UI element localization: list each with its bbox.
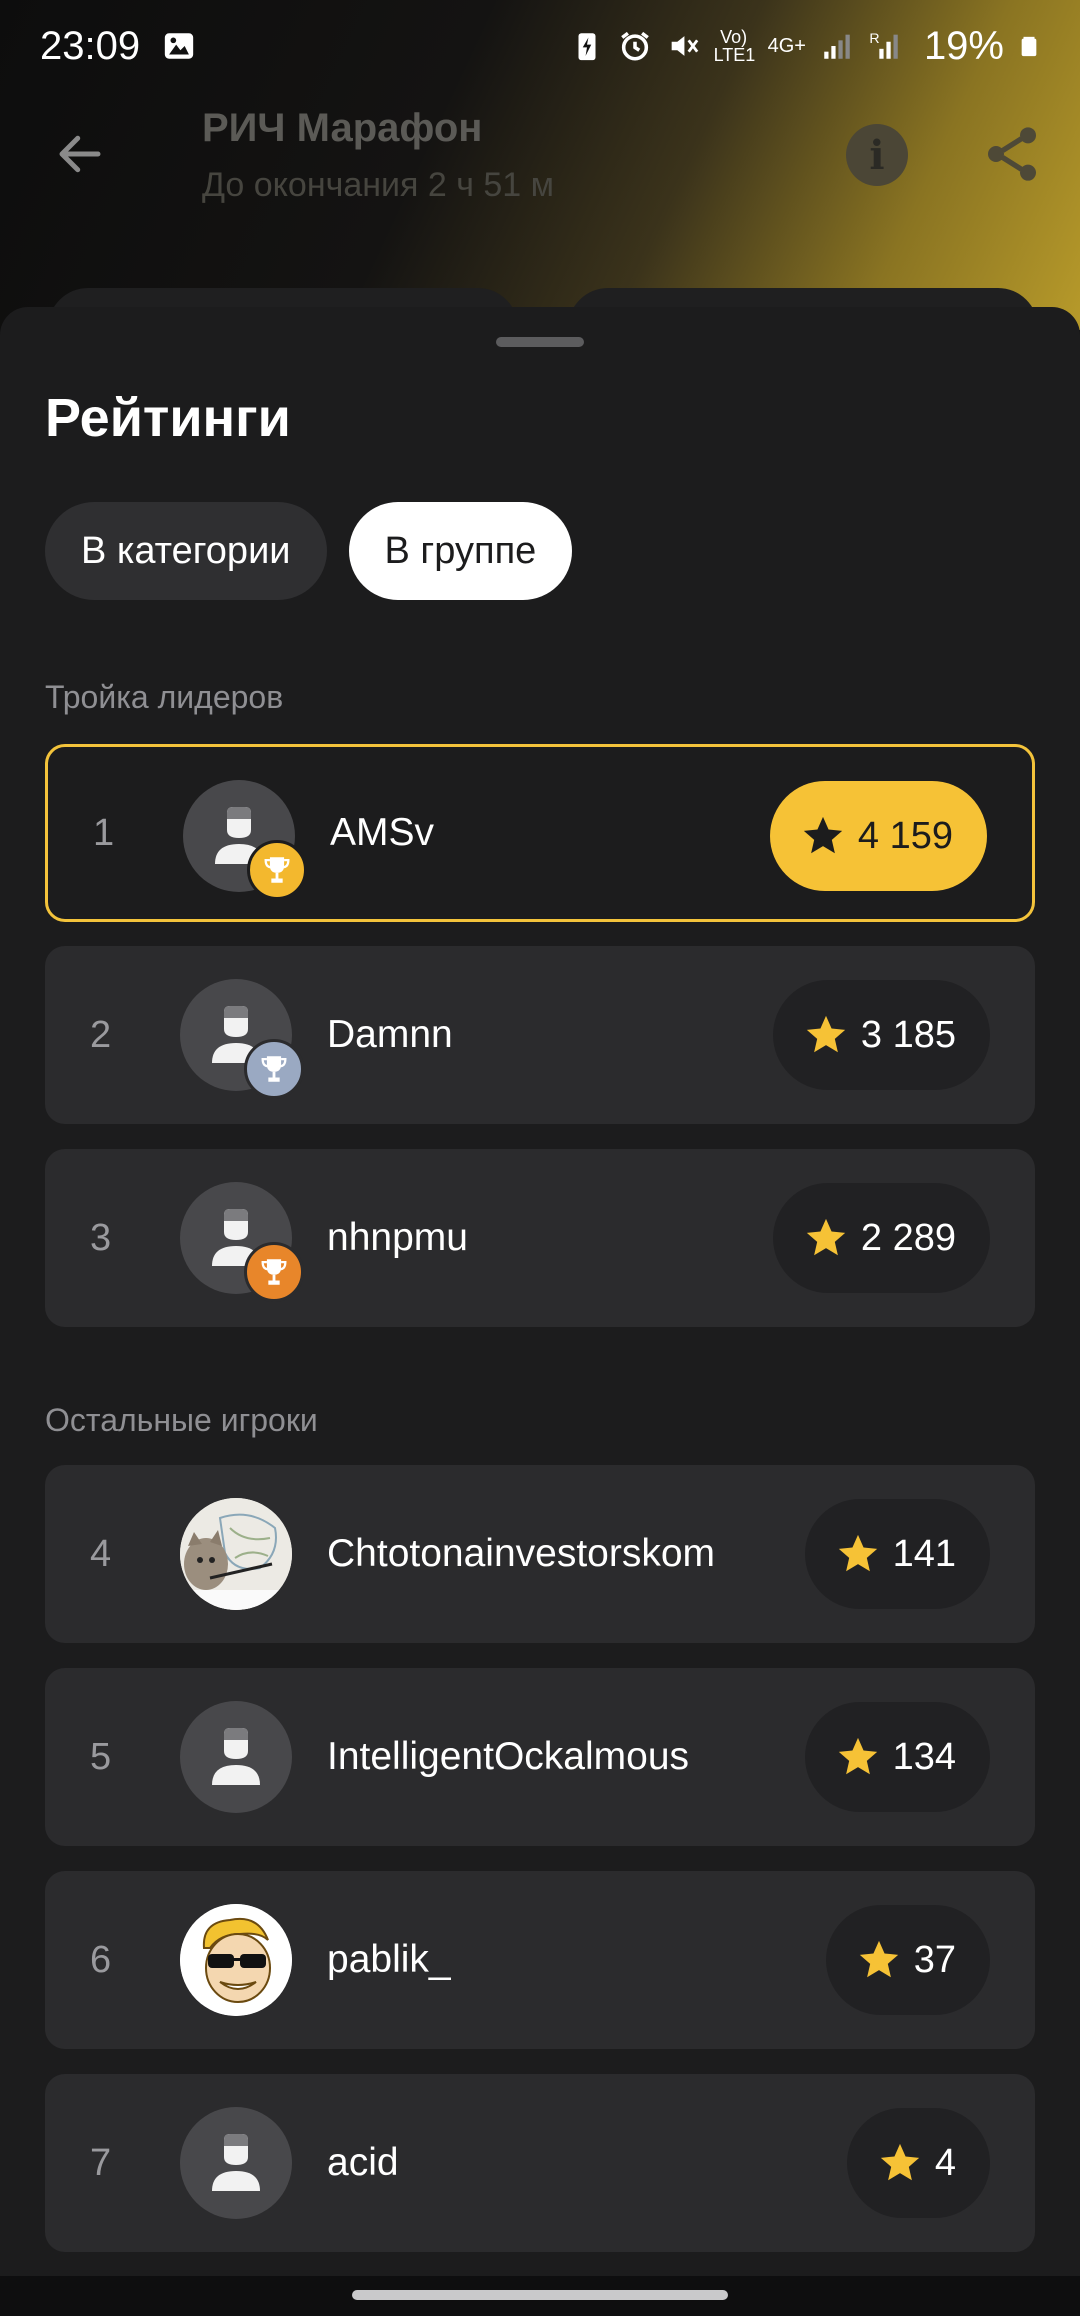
star-icon bbox=[806, 1218, 846, 1256]
star-icon bbox=[806, 1015, 846, 1053]
leaderboard-row[interactable]: 7 acid 4 bbox=[45, 2074, 1035, 2252]
rank-number: 2 bbox=[90, 1013, 112, 1056]
network-type-label: 4G+ bbox=[767, 34, 806, 57]
tab-in-group[interactable]: В группе bbox=[348, 502, 573, 600]
avatar bbox=[183, 780, 307, 900]
page-title: РИЧ Марафон bbox=[202, 106, 483, 150]
avatar-cartoon bbox=[180, 1904, 292, 2016]
score-value: 3 185 bbox=[860, 1013, 956, 1056]
score-badge: 4 159 bbox=[769, 781, 987, 891]
signal-icon bbox=[824, 34, 850, 59]
rank-number: 7 bbox=[90, 2141, 112, 2184]
avatar-cat-photo bbox=[180, 1498, 292, 1610]
score-value: 134 bbox=[892, 1735, 956, 1778]
info-button[interactable]: i bbox=[846, 124, 908, 186]
cat-photo-image bbox=[180, 1498, 292, 1610]
alarm-icon bbox=[620, 31, 649, 61]
rating-tabs: В категории В группе bbox=[45, 502, 573, 600]
battery-percent: 19% bbox=[923, 23, 1004, 68]
username: pablik_ bbox=[327, 1938, 451, 1981]
battery-icon bbox=[1021, 36, 1037, 57]
avatar bbox=[180, 2107, 292, 2219]
score-badge: 134 bbox=[804, 1702, 990, 1812]
username: acid bbox=[327, 2141, 399, 2184]
avatar bbox=[180, 979, 304, 1099]
score-value: 4 159 bbox=[857, 814, 953, 857]
cartoon-sunglasses-image bbox=[180, 1904, 292, 2016]
gallery-icon bbox=[164, 33, 194, 59]
star-icon bbox=[859, 1940, 898, 1978]
bronze-trophy-badge bbox=[244, 1242, 304, 1302]
arrow-left-icon bbox=[59, 135, 101, 173]
star-icon bbox=[838, 1534, 877, 1572]
avatar bbox=[180, 1701, 292, 1813]
svg-text:R: R bbox=[869, 31, 879, 47]
score-value: 2 289 bbox=[860, 1216, 956, 1259]
sheet-drag-handle[interactable] bbox=[496, 337, 584, 347]
info-icon: i bbox=[869, 131, 885, 179]
leaderboard-row[interactable]: 5 IntelligentOckalmous 134 bbox=[45, 1668, 1035, 1846]
signal-roaming-icon: R bbox=[869, 31, 898, 59]
default-avatar-icon bbox=[212, 1728, 260, 1785]
score-badge: 3 185 bbox=[772, 980, 990, 1090]
rank-number: 5 bbox=[90, 1735, 112, 1778]
rank-number: 6 bbox=[90, 1938, 112, 1981]
tab-in-category[interactable]: В категории bbox=[45, 502, 327, 600]
battery-saver-icon bbox=[578, 33, 596, 61]
leaderboard-row[interactable]: 4 Chtotonainvestorskom 141 bbox=[45, 1465, 1035, 1643]
clock: 23:09 bbox=[40, 23, 141, 68]
top-bar: РИЧ Марафон До окончания 2 ч 51 м i bbox=[0, 100, 1080, 210]
trophy-icon bbox=[261, 1056, 287, 1082]
default-avatar-icon bbox=[212, 2134, 260, 2191]
others-section-label: Остальные игроки bbox=[45, 1402, 318, 1438]
leaderboard-row[interactable]: 1 AMSv 4 159 bbox=[45, 744, 1035, 922]
username: nhnpmu bbox=[327, 1216, 468, 1259]
leaderboard-row[interactable]: 6 pablik_ 37 bbox=[45, 1871, 1035, 2049]
score-value: 37 bbox=[913, 1938, 956, 1981]
username: IntelligentOckalmous bbox=[327, 1735, 690, 1778]
score-badge: 37 bbox=[825, 1905, 990, 2015]
rank-number: 4 bbox=[90, 1532, 112, 1575]
score-value: 141 bbox=[892, 1532, 956, 1575]
star-icon bbox=[880, 2143, 920, 2181]
silver-trophy-badge bbox=[244, 1039, 304, 1099]
mute-icon bbox=[671, 36, 698, 56]
gold-trophy-badge bbox=[247, 840, 307, 900]
username: AMSv bbox=[330, 811, 435, 854]
rank-number: 3 bbox=[90, 1216, 112, 1259]
trophy-icon bbox=[261, 1259, 287, 1285]
score-badge: 141 bbox=[804, 1499, 990, 1609]
score-badge: 4 bbox=[846, 2108, 990, 2218]
ratings-sheet: Рейтинги В категории В группе Тройка лид… bbox=[0, 307, 1080, 2276]
score-value: 4 bbox=[934, 2141, 956, 2184]
star-icon bbox=[838, 1737, 877, 1775]
volte-label: Vo) LTE1 bbox=[713, 27, 756, 65]
rank-number: 1 bbox=[93, 811, 115, 854]
gesture-nav-bar[interactable] bbox=[352, 2290, 728, 2300]
leaderboard-row[interactable]: 3 nhnpmu 2 289 bbox=[45, 1149, 1035, 1327]
share-button[interactable] bbox=[980, 122, 1044, 186]
username: Chtotonainvestorskom bbox=[327, 1532, 716, 1575]
leaderboard-row[interactable]: 2 Damnn 3 185 bbox=[45, 946, 1035, 1124]
trophy-icon bbox=[264, 857, 290, 883]
share-icon bbox=[988, 127, 1036, 181]
username: Damnn bbox=[327, 1013, 453, 1056]
leaders-section-label: Тройка лидеров bbox=[45, 679, 284, 715]
page-subtitle: До окончания 2 ч 51 м bbox=[202, 166, 555, 204]
star-icon bbox=[803, 816, 843, 854]
score-badge: 2 289 bbox=[772, 1183, 990, 1293]
avatar bbox=[180, 1182, 304, 1302]
back-button[interactable] bbox=[48, 122, 112, 186]
sheet-title: Рейтинги bbox=[45, 388, 291, 448]
status-bar: 23:09 Vo) LTE1 4G+ R 19% bbox=[0, 0, 1080, 92]
